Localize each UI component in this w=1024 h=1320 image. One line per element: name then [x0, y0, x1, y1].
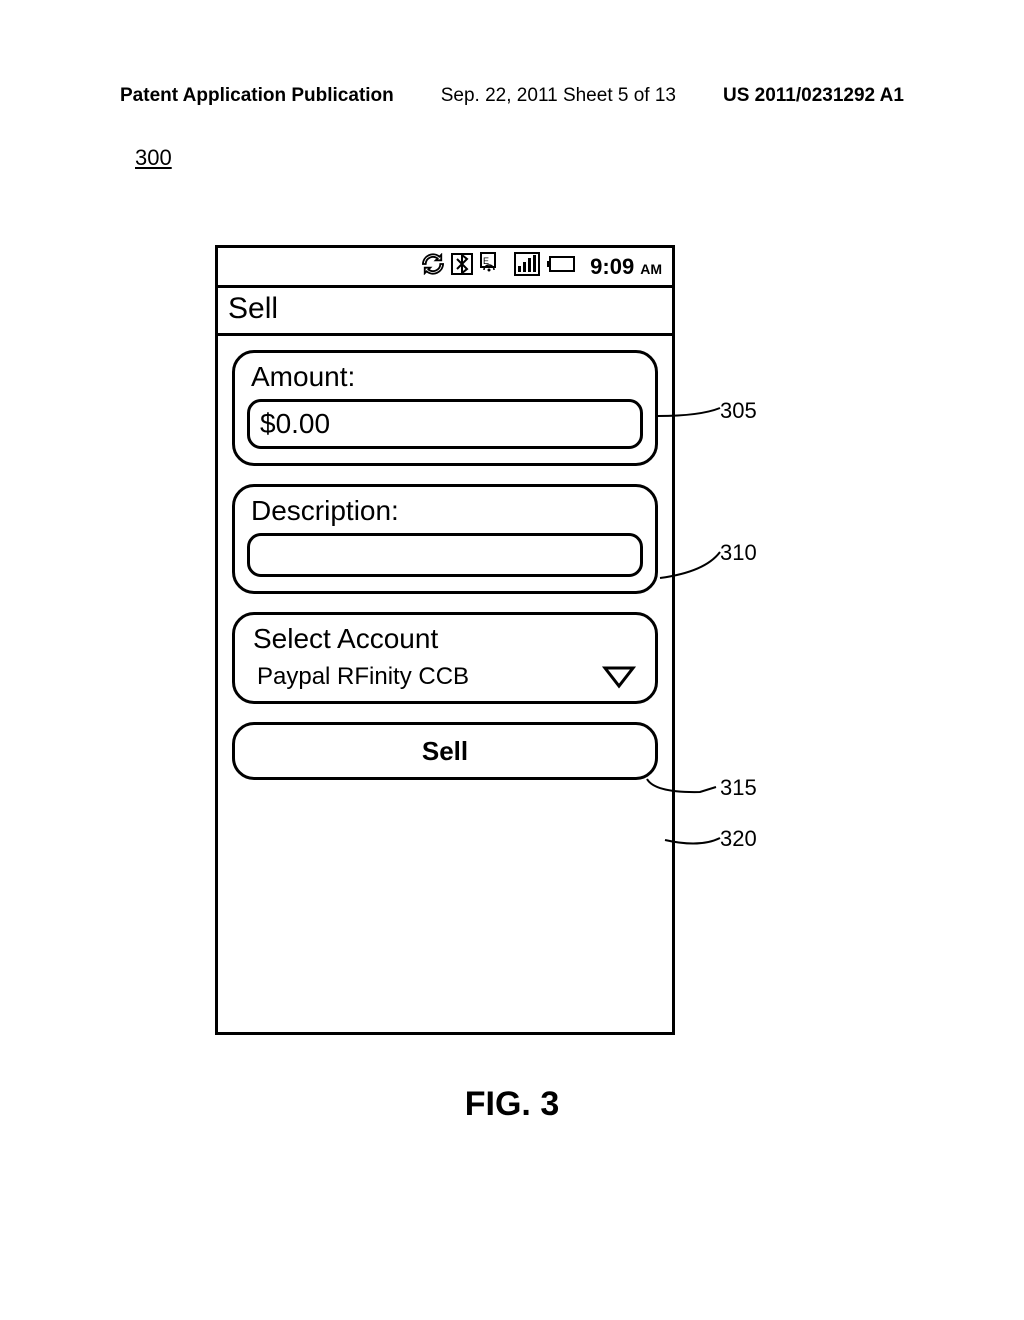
figure-caption: FIG. 3 — [0, 1085, 1024, 1124]
